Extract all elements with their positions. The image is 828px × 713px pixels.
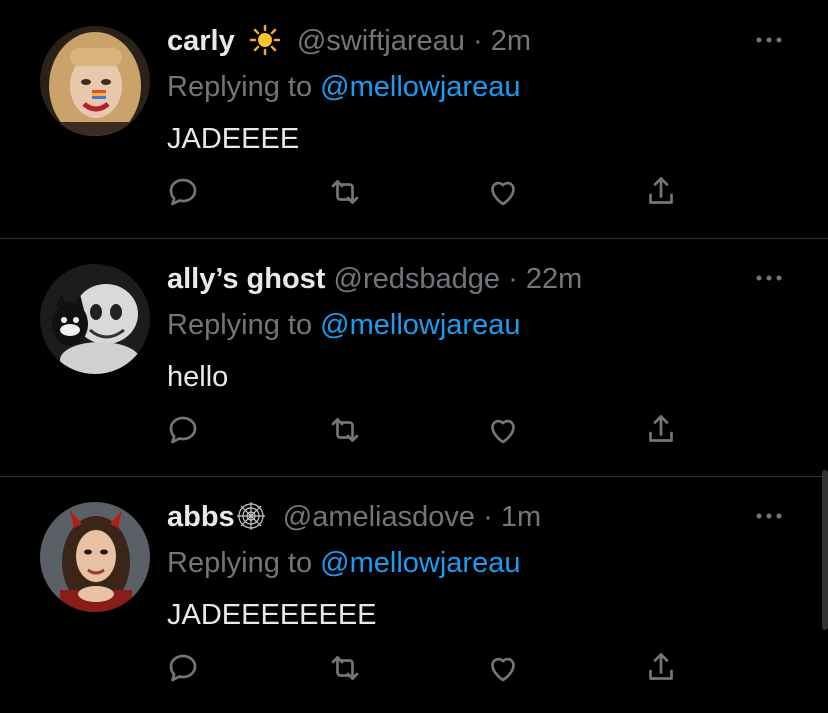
avatar[interactable] (40, 264, 150, 374)
share-icon[interactable] (643, 174, 679, 210)
tweet[interactable]: ally’s ghost @redsbadge · 22m Replying t… (0, 238, 828, 475)
timestamp[interactable]: 22m (526, 263, 582, 295)
reply-feed: carly @swiftjareau · 2m Replying to @mel… (0, 0, 828, 705)
user-handle[interactable]: @redsbadge (334, 263, 501, 295)
reply-icon[interactable] (165, 174, 201, 210)
timestamp[interactable]: 1m (501, 501, 541, 533)
retweet-icon[interactable] (327, 174, 363, 210)
avatar[interactable] (40, 26, 150, 136)
more-dots-icon[interactable] (754, 268, 784, 288)
user-handle[interactable]: @swiftjareau (297, 25, 465, 57)
share-icon[interactable] (643, 650, 679, 686)
separator-dot: · (472, 25, 483, 57)
display-name[interactable]: ally’s ghost (167, 263, 325, 295)
timestamp[interactable]: 2m (491, 25, 531, 57)
separator-dot: · (483, 501, 493, 533)
tweet-actions (0, 412, 828, 452)
replying-to-label: Replying to (167, 547, 313, 579)
replying-to: Replying to @mellowjareau (167, 306, 520, 344)
heart-icon[interactable] (485, 650, 521, 686)
tweet-text: JADEEEEEEEE (167, 599, 377, 631)
more-dots-icon[interactable] (754, 506, 784, 526)
reply-mention-link[interactable]: @mellowjareau (320, 309, 520, 341)
sun-icon (249, 24, 281, 66)
tweet[interactable]: carly @swiftjareau · 2m Replying to @mel… (0, 0, 828, 237)
heart-icon[interactable] (485, 174, 521, 210)
tweet-header: abbs @ameliasdove · 1m (167, 498, 541, 542)
tweet-header: ally’s ghost @redsbadge · 22m (167, 260, 582, 298)
tweet-text: hello (167, 361, 229, 393)
user-handle[interactable]: @ameliasdove (283, 501, 475, 533)
tweet-header: carly @swiftjareau · 2m (167, 22, 531, 66)
replying-to: Replying to @mellowjareau (167, 68, 520, 106)
tweet-actions (0, 650, 828, 690)
heart-icon[interactable] (485, 412, 521, 448)
tweet-text: JADEEEE (167, 123, 300, 155)
tweet[interactable]: abbs @ameliasdove · 1m Replying to @mell… (0, 476, 828, 713)
retweet-icon[interactable] (327, 412, 363, 448)
retweet-icon[interactable] (327, 650, 363, 686)
separator-dot: · (508, 263, 518, 295)
replying-to-label: Replying to (167, 309, 313, 341)
reply-mention-link[interactable]: @mellowjareau (320, 71, 520, 103)
display-name[interactable]: abbs (167, 501, 235, 533)
scrollbar[interactable] (822, 470, 828, 630)
replying-to: Replying to @mellowjareau (167, 544, 520, 582)
spider-web-icon (235, 500, 267, 542)
avatar[interactable] (40, 502, 150, 612)
tweet-actions (0, 174, 828, 214)
more-dots-icon[interactable] (754, 30, 784, 50)
reply-icon[interactable] (165, 412, 201, 448)
reply-icon[interactable] (165, 650, 201, 686)
replying-to-label: Replying to (167, 71, 313, 103)
share-icon[interactable] (643, 412, 679, 448)
reply-mention-link[interactable]: @mellowjareau (320, 547, 520, 579)
display-name[interactable]: carly (167, 25, 235, 57)
